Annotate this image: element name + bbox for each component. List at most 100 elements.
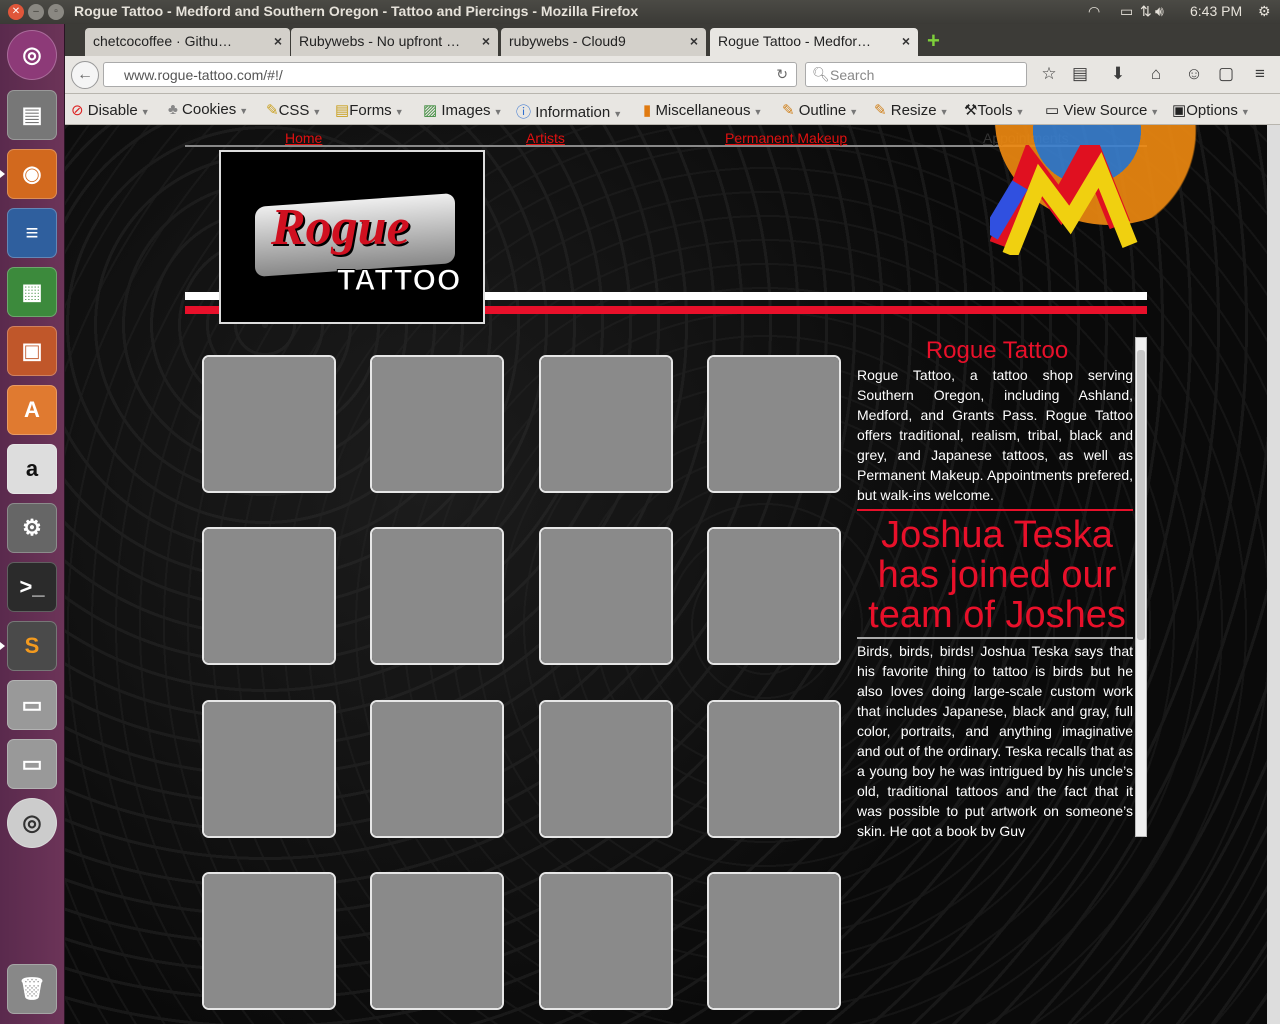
tools-menu[interactable]: ⚒Tools ▼ bbox=[964, 101, 1024, 119]
calc-icon[interactable]: ▦ bbox=[7, 267, 57, 317]
image-placeholder bbox=[709, 529, 839, 663]
tab[interactable]: chetcocoffee · Githu… × bbox=[85, 28, 290, 56]
close-icon[interactable]: × bbox=[482, 33, 490, 49]
maximize-window-button[interactable]: ▫ bbox=[48, 4, 64, 20]
image-placeholder bbox=[372, 357, 502, 491]
tab-strip: chetcocoffee · Githu… × Rubywebs - No upf… bbox=[65, 24, 1280, 56]
close-window-button[interactable]: ✕ bbox=[8, 4, 24, 20]
gallery-thumbnail[interactable] bbox=[202, 700, 336, 838]
download-icon[interactable]: ⬇ bbox=[1107, 64, 1129, 86]
tab-active[interactable]: Rogue Tattoo - Medfor… × bbox=[710, 28, 918, 56]
logo-word-tattoo: TATTOO bbox=[336, 264, 462, 298]
gallery-thumbnail[interactable] bbox=[707, 700, 841, 838]
gallery-thumbnail[interactable] bbox=[202, 872, 336, 1010]
trash-icon[interactable]: 🗑︎ bbox=[7, 964, 57, 1014]
software-center-icon[interactable]: A bbox=[7, 385, 57, 435]
gallery-thumbnail[interactable] bbox=[202, 355, 336, 493]
reading-list-icon[interactable]: ▤ bbox=[1069, 64, 1091, 86]
resize-menu[interactable]: ✎ Resize ▼ bbox=[874, 101, 949, 119]
image-placeholder bbox=[709, 702, 839, 836]
reload-icon[interactable]: ↻ bbox=[776, 66, 788, 83]
tab[interactable]: rubywebs - Cloud9 × bbox=[501, 28, 706, 56]
cookies-menu[interactable]: ♣ Cookies ▼ bbox=[168, 101, 248, 118]
sidebar-scrollbar[interactable] bbox=[1135, 337, 1147, 837]
logo-word-rogue: Rogue bbox=[271, 199, 410, 256]
smiley-icon[interactable]: ☺ bbox=[1183, 64, 1205, 86]
web-page: Home Artists Permanent Makeup Appointmen… bbox=[65, 125, 1267, 1024]
gallery-thumbnail[interactable] bbox=[707, 355, 841, 493]
news-article: Birds, birds, birds! Joshua Teska says t… bbox=[857, 643, 1133, 837]
tab[interactable]: Rubywebs - No upfront … × bbox=[291, 28, 498, 56]
dvd-icon[interactable]: ◎ bbox=[7, 798, 57, 848]
gallery-thumbnail[interactable] bbox=[707, 872, 841, 1010]
forms-menu[interactable]: ▤Forms ▼ bbox=[335, 101, 404, 119]
system-settings-icon[interactable]: ⚙ bbox=[7, 503, 57, 553]
close-icon[interactable]: × bbox=[902, 33, 910, 49]
gallery-thumbnail[interactable] bbox=[370, 872, 504, 1010]
disable-menu[interactable]: ⊘ Disable ▼ bbox=[71, 101, 150, 119]
tab-label: rubywebs - Cloud9 bbox=[509, 33, 626, 49]
image-placeholder bbox=[204, 529, 334, 663]
divider bbox=[857, 637, 1133, 639]
clock[interactable]: 6:43 PM bbox=[1190, 3, 1242, 19]
divider bbox=[857, 509, 1133, 511]
options-menu[interactable]: ▣Options ▼ bbox=[1172, 101, 1250, 119]
unity-launcher: ◎ ▤ ◉ ≡ ▦ ▣ A a ⚙ >_ S ▭ ▭ ◎ 🗑︎ bbox=[0, 24, 65, 1024]
keyboard-icon[interactable]: ⇅ bbox=[1140, 3, 1152, 20]
gallery-thumbnail[interactable] bbox=[370, 700, 504, 838]
gallery-thumbnail[interactable] bbox=[539, 872, 673, 1010]
css-menu[interactable]: ✎CSS ▼ bbox=[266, 101, 321, 119]
news-sidebar[interactable]: Rogue Tattoo Rogue Tattoo, a tattoo shop… bbox=[857, 337, 1147, 837]
minimize-window-button[interactable]: – bbox=[28, 4, 44, 20]
impress-icon[interactable]: ▣ bbox=[7, 326, 57, 376]
images-menu[interactable]: ▨ Images ▼ bbox=[423, 101, 502, 119]
scrollbar-thumb[interactable] bbox=[1137, 350, 1145, 640]
view-source-menu[interactable]: ▭ View Source ▼ bbox=[1045, 101, 1159, 119]
news-headline: Joshua Teska has joined our team of Josh… bbox=[868, 514, 1126, 636]
site-logo[interactable]: Rogue TATTOO bbox=[219, 150, 485, 324]
page-scrollbar[interactable] bbox=[1267, 125, 1280, 1024]
amazon-icon[interactable]: a bbox=[7, 444, 57, 494]
new-tab-button[interactable]: + bbox=[927, 28, 940, 54]
tab-label: Rogue Tattoo - Medfor… bbox=[718, 33, 872, 49]
menu-artists-link[interactable]: Artists bbox=[526, 130, 565, 146]
files-icon[interactable]: ▤ bbox=[7, 90, 57, 140]
image-placeholder bbox=[204, 702, 334, 836]
back-button[interactable]: ← bbox=[71, 61, 99, 89]
ubuntu-dash-icon[interactable]: ◎ bbox=[7, 30, 57, 80]
gallery-thumbnail[interactable] bbox=[539, 355, 673, 493]
bookmark-star-icon[interactable]: ☆ bbox=[1038, 64, 1060, 86]
screenshot-icon[interactable]: ▢ bbox=[1215, 64, 1237, 86]
drive-icon[interactable]: ▭ bbox=[7, 680, 57, 730]
miscellaneous-menu[interactable]: ▮ Miscellaneous ▼ bbox=[643, 101, 762, 119]
outline-menu[interactable]: ✎ Outline ▼ bbox=[782, 101, 858, 119]
information-menu[interactable]: ⓘ Information ▼ bbox=[516, 101, 622, 122]
terminal-icon[interactable]: >_ bbox=[7, 562, 57, 612]
close-icon[interactable]: × bbox=[690, 33, 698, 49]
writer-icon[interactable]: ≡ bbox=[7, 208, 57, 258]
close-icon[interactable]: × bbox=[274, 33, 282, 49]
firefox-icon[interactable]: ◉ bbox=[0, 149, 57, 199]
system-top-bar: ✕ – ▫ Rogue Tattoo - Medford and Souther… bbox=[0, 0, 1280, 24]
web-developer-toolbar: ⊘ Disable ▼ ♣ Cookies ▼ ✎CSS ▼ ▤Forms ▼ ▨ Im… bbox=[65, 94, 1280, 125]
gallery-thumbnail[interactable] bbox=[539, 700, 673, 838]
battery-icon[interactable]: ▭ bbox=[1120, 3, 1133, 20]
drive-icon[interactable]: ▭ bbox=[7, 739, 57, 789]
volume-icon[interactable]: 🔊︎ bbox=[1155, 3, 1164, 20]
power-icon[interactable]: ⚙ bbox=[1258, 3, 1271, 20]
menu-permanent-makeup-link[interactable]: Permanent Makeup bbox=[725, 130, 847, 146]
url-bar[interactable]: www.rogue-tattoo.com/#!/ ↻ bbox=[103, 62, 797, 87]
gallery-thumbnail[interactable] bbox=[370, 355, 504, 493]
menu-icon[interactable]: ≡ bbox=[1249, 64, 1271, 86]
wifi-icon[interactable]: ◠ bbox=[1088, 3, 1100, 20]
gallery-thumbnail[interactable] bbox=[370, 527, 504, 665]
gallery-thumbnail[interactable] bbox=[202, 527, 336, 665]
gallery-thumbnail[interactable] bbox=[539, 527, 673, 665]
menu-home-link[interactable]: Home bbox=[285, 130, 322, 146]
home-icon[interactable]: ⌂ bbox=[1145, 64, 1167, 86]
gallery-thumbnail[interactable] bbox=[707, 527, 841, 665]
search-input[interactable]: 🔍︎ Search bbox=[805, 62, 1027, 87]
sublime-text-icon[interactable]: S bbox=[0, 621, 57, 671]
sidebar-title: Rogue Tattoo bbox=[925, 337, 1069, 364]
image-placeholder bbox=[372, 529, 502, 663]
